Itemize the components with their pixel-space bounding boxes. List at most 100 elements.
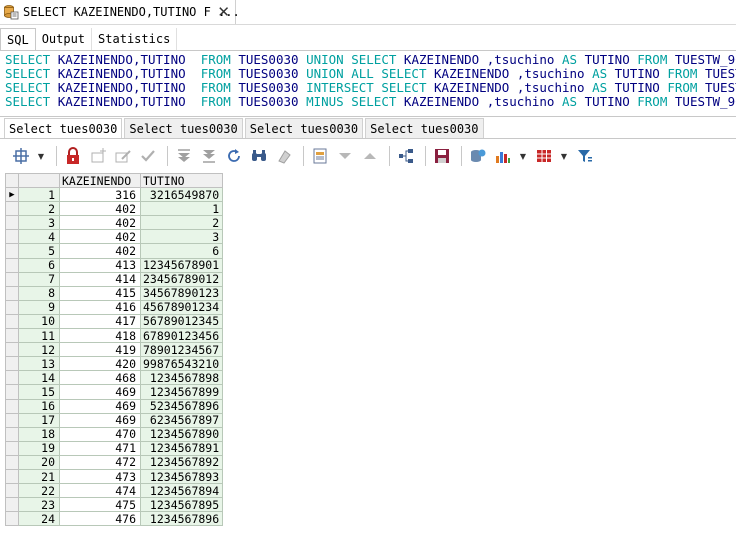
table-row[interactable]: 14 468 1234567898 bbox=[5, 370, 224, 386]
row-number[interactable]: 21 bbox=[18, 468, 60, 485]
row-number[interactable]: 12 bbox=[18, 342, 60, 358]
row-indicator[interactable] bbox=[5, 356, 19, 372]
cell-tutino[interactable]: 1234567899 bbox=[139, 384, 224, 400]
print-preview-icon[interactable] bbox=[309, 145, 331, 167]
row-indicator[interactable] bbox=[5, 440, 19, 456]
sql-line[interactable]: SELECT KAZEINENDO,TUTINO FROM TUES0030 I… bbox=[5, 81, 736, 95]
row-number[interactable]: 17 bbox=[18, 412, 60, 428]
chevron-down-icon[interactable]: ▼ bbox=[517, 145, 529, 167]
row-number[interactable]: 20 bbox=[18, 454, 60, 470]
table-row[interactable]: 5 402 6 bbox=[5, 243, 224, 259]
cell-kazeinendo[interactable]: 476 bbox=[59, 511, 141, 527]
chevron-down-icon[interactable]: ▼ bbox=[35, 145, 47, 167]
cell-tutino[interactable]: 2 bbox=[139, 215, 224, 231]
row-number[interactable]: 8 bbox=[18, 285, 60, 301]
table-row[interactable]: 8 415 34567890123 bbox=[5, 285, 224, 301]
row-indicator[interactable] bbox=[5, 313, 19, 330]
edit-record-icon[interactable] bbox=[112, 145, 134, 167]
clear-icon[interactable] bbox=[273, 145, 295, 167]
table-row[interactable]: 11 418 67890123456 bbox=[5, 328, 224, 344]
row-number[interactable]: 24 bbox=[18, 511, 60, 527]
cell-tutino[interactable]: 1 bbox=[139, 201, 224, 217]
cell-kazeinendo[interactable]: 470 bbox=[59, 426, 141, 442]
row-indicator[interactable] bbox=[5, 384, 19, 400]
row-indicator[interactable] bbox=[5, 454, 19, 470]
table-row[interactable]: 13 420 99876543210 bbox=[5, 356, 224, 372]
tab-statistics[interactable]: Statistics bbox=[92, 28, 178, 50]
cell-kazeinendo[interactable]: 469 bbox=[59, 412, 141, 428]
row-indicator[interactable] bbox=[5, 468, 19, 485]
row-indicator[interactable] bbox=[5, 328, 19, 344]
column-header-kazeinendo[interactable]: KAZEINENDO bbox=[59, 172, 141, 189]
cell-kazeinendo[interactable]: 417 bbox=[59, 313, 141, 330]
table-icon[interactable] bbox=[533, 145, 555, 167]
row-number[interactable]: 22 bbox=[18, 483, 60, 499]
table-row[interactable]: 9 416 45678901234 bbox=[5, 299, 224, 315]
row-indicator[interactable] bbox=[5, 215, 19, 231]
cell-kazeinendo[interactable]: 413 bbox=[59, 257, 141, 273]
sql-line[interactable]: SELECT KAZEINENDO,TUTINO FROM TUES0030 M… bbox=[5, 95, 736, 109]
row-indicator[interactable] bbox=[5, 201, 19, 217]
table-row[interactable]: 16 469 5234567896 bbox=[5, 398, 224, 414]
row-number[interactable]: 9 bbox=[18, 299, 60, 315]
cell-tutino[interactable]: 12345678901 bbox=[139, 257, 224, 273]
row-number[interactable]: 13 bbox=[18, 356, 60, 372]
row-indicator[interactable] bbox=[5, 497, 19, 513]
row-number[interactable]: 11 bbox=[18, 328, 60, 344]
column-header-tutino[interactable]: TUTINO bbox=[139, 172, 224, 189]
row-indicator[interactable] bbox=[5, 342, 19, 358]
cell-kazeinendo[interactable]: 471 bbox=[59, 440, 141, 456]
row-number[interactable]: 1 bbox=[18, 187, 60, 203]
row-number[interactable]: 7 bbox=[18, 271, 60, 287]
cell-tutino[interactable]: 99876543210 bbox=[139, 356, 224, 372]
row-number[interactable]: 14 bbox=[18, 370, 60, 386]
table-row[interactable]: ▶ 1 316 3216549870 bbox=[5, 187, 224, 203]
row-indicator[interactable] bbox=[5, 285, 19, 301]
editor-tab[interactable]: SELECT KAZEINENDO,TUTINO F ... ✕ bbox=[0, 0, 240, 24]
row-indicator[interactable] bbox=[5, 257, 19, 273]
cell-tutino[interactable]: 23456789012 bbox=[139, 271, 224, 287]
result-tab-3[interactable]: Select tues0030 bbox=[244, 118, 364, 138]
query-icon[interactable] bbox=[467, 145, 489, 167]
row-number[interactable]: 10 bbox=[18, 313, 60, 330]
cell-tutino[interactable]: 3 bbox=[139, 229, 224, 245]
table-row[interactable]: 24 476 1234567896 bbox=[5, 511, 224, 527]
move-icon[interactable] bbox=[10, 145, 32, 167]
refresh-icon[interactable] bbox=[223, 145, 245, 167]
cell-kazeinendo[interactable]: 473 bbox=[59, 468, 141, 485]
table-row[interactable]: 20 472 1234567892 bbox=[5, 454, 224, 470]
chevron-down-icon[interactable]: ▼ bbox=[558, 145, 570, 167]
table-row[interactable]: 7 414 23456789012 bbox=[5, 271, 224, 287]
find-icon[interactable] bbox=[248, 145, 270, 167]
row-indicator[interactable] bbox=[5, 299, 19, 315]
row-indicator[interactable] bbox=[5, 412, 19, 428]
cell-kazeinendo[interactable]: 474 bbox=[59, 483, 141, 499]
table-row[interactable]: 22 474 1234567894 bbox=[5, 483, 224, 499]
row-indicator[interactable] bbox=[5, 426, 19, 442]
table-row[interactable]: 18 470 1234567890 bbox=[5, 426, 224, 442]
cell-tutino[interactable]: 1234567895 bbox=[139, 497, 224, 513]
filter-icon[interactable] bbox=[574, 145, 596, 167]
result-tab-4[interactable]: Select tues0030 bbox=[365, 118, 484, 138]
sql-line[interactable]: SELECT KAZEINENDO,TUTINO FROM TUES0030 U… bbox=[5, 53, 736, 67]
table-row[interactable]: 15 469 1234567899 bbox=[5, 384, 224, 400]
cell-tutino[interactable]: 3216549870 bbox=[139, 187, 224, 203]
row-number[interactable]: 23 bbox=[18, 497, 60, 513]
cell-kazeinendo[interactable]: 415 bbox=[59, 285, 141, 301]
chart-icon[interactable] bbox=[492, 145, 514, 167]
cell-tutino[interactable]: 1234567890 bbox=[139, 426, 224, 442]
result-tab-2[interactable]: Select tues0030 bbox=[124, 118, 243, 138]
sql-editor[interactable]: SELECT KAZEINENDO,TUTINO FROM TUES0030 U… bbox=[0, 52, 736, 116]
cell-tutino[interactable]: 45678901234 bbox=[139, 299, 224, 315]
sort-descending-icon[interactable] bbox=[334, 145, 356, 167]
row-indicator[interactable] bbox=[5, 243, 19, 259]
table-row[interactable]: 3 402 2 bbox=[5, 215, 224, 231]
row-number[interactable]: 4 bbox=[18, 229, 60, 245]
save-icon[interactable] bbox=[431, 145, 453, 167]
row-indicator[interactable] bbox=[5, 370, 19, 386]
cell-kazeinendo[interactable]: 469 bbox=[59, 384, 141, 400]
row-number[interactable]: 19 bbox=[18, 440, 60, 456]
result-tab-1[interactable]: Select tues0030 bbox=[4, 118, 123, 138]
row-number[interactable]: 16 bbox=[18, 398, 60, 414]
tab-sql[interactable]: SQL bbox=[0, 28, 36, 50]
